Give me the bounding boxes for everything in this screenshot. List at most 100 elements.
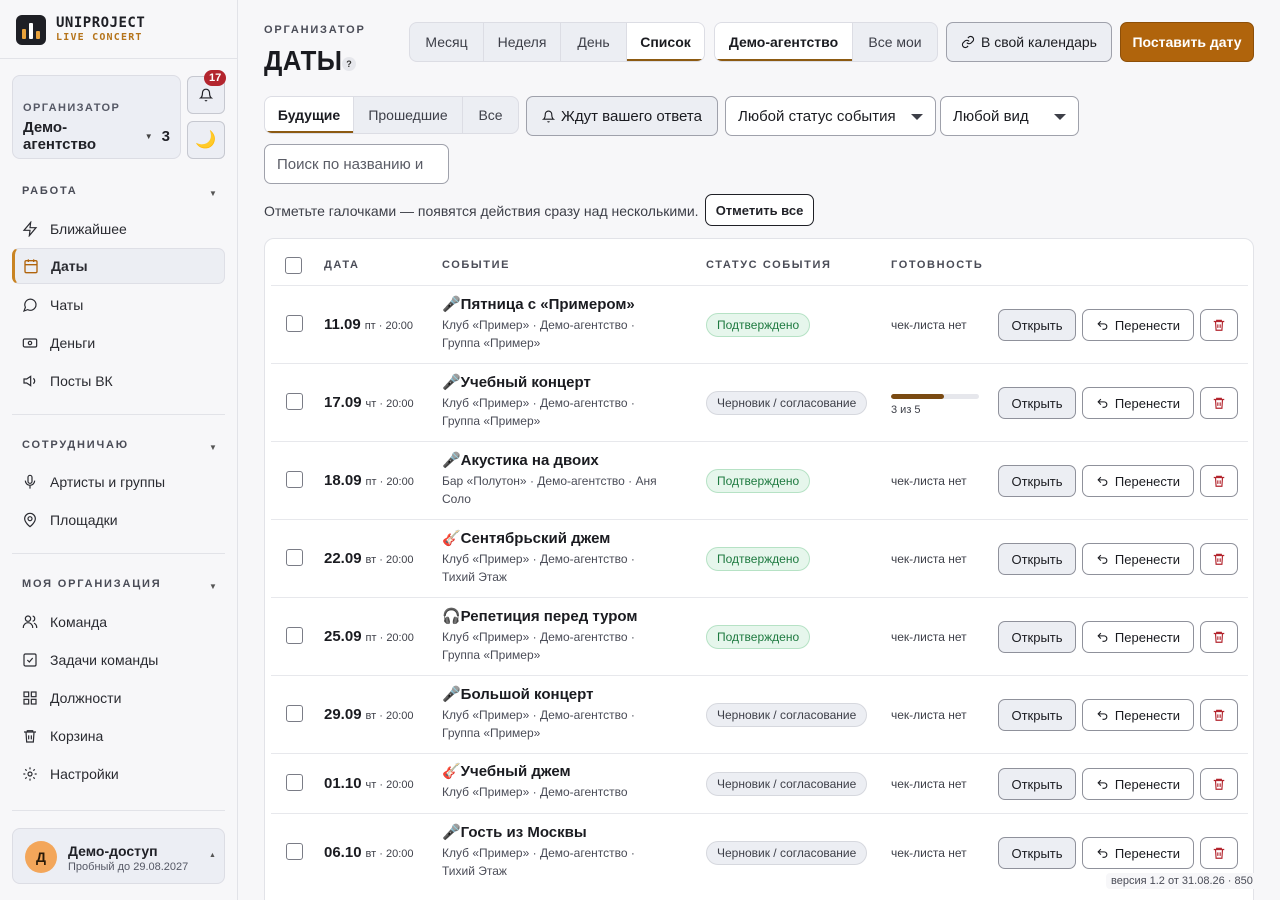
nav-settings[interactable]: Настройки (12, 756, 225, 792)
user-menu[interactable]: Д Демо-доступ Пробный до 29.08.2027 ▲ (12, 828, 225, 884)
nav-chats[interactable]: Чаты (12, 287, 225, 323)
event-title[interactable]: 🎤Большой концерт (442, 685, 593, 703)
event-weekday-time: вт · 20:00 (365, 710, 414, 722)
nav-artists[interactable]: Артисты и группы (12, 464, 225, 500)
help-icon[interactable]: ? (342, 57, 356, 71)
timeframe-future[interactable]: Будущие (265, 97, 354, 133)
event-weekday-time: пт · 20:00 (365, 632, 414, 644)
select-all-checkbox[interactable] (285, 257, 302, 274)
nav-trash[interactable]: Корзина (12, 718, 225, 754)
nav-label: Ближайшее (50, 221, 127, 237)
dropdown-arrow-icon (911, 114, 923, 120)
section-toggle[interactable]: ▼ (209, 582, 217, 591)
reschedule-button[interactable]: Перенести (1082, 768, 1194, 800)
view-month[interactable]: Месяц (410, 23, 484, 61)
reschedule-button[interactable]: Перенести (1082, 543, 1194, 575)
scope-agency[interactable]: Демо-агентство (715, 23, 853, 61)
reschedule-button[interactable]: Перенести (1082, 621, 1194, 653)
nav-team[interactable]: Команда (12, 604, 225, 640)
open-button[interactable]: Открыть (998, 837, 1076, 869)
awaiting-reply-label: Ждут вашего ответа (561, 107, 702, 125)
event-title[interactable]: 🎤Пятница с «Примером» (442, 295, 635, 313)
view-day[interactable]: День (561, 23, 627, 61)
view-switcher: Месяц Неделя День Список (409, 22, 705, 62)
open-button[interactable]: Открыть (998, 621, 1076, 653)
readiness-text: чек-листа нет (891, 777, 967, 791)
nav-roles[interactable]: Должности (12, 680, 225, 716)
delete-button[interactable] (1200, 621, 1238, 653)
timeframe-all[interactable]: Все (463, 97, 518, 133)
open-button[interactable]: Открыть (998, 465, 1076, 497)
nav-nearest[interactable]: Ближайшее (12, 211, 225, 247)
reschedule-label: Перенести (1114, 317, 1181, 333)
reschedule-button[interactable]: Перенести (1082, 309, 1194, 341)
row-checkbox[interactable] (286, 393, 303, 410)
kind-filter[interactable]: Любой вид (940, 96, 1079, 136)
add-date-button[interactable]: Поставить дату (1120, 22, 1254, 62)
nav-money[interactable]: Деньги (12, 325, 225, 361)
view-week[interactable]: Неделя (484, 23, 561, 61)
open-button[interactable]: Открыть (998, 387, 1076, 419)
view-list[interactable]: Список (627, 23, 704, 61)
trash-icon (22, 728, 38, 744)
reschedule-label: Перенести (1114, 776, 1181, 792)
event-title[interactable]: 🎤Гость из Москвы (442, 823, 587, 841)
nav-venues[interactable]: Площадки (12, 502, 225, 538)
event-meta: Клуб «Пример» · Демо-агентство · Группа … (442, 318, 635, 350)
event-title[interactable]: 🎤Учебный концерт (442, 373, 591, 391)
mark-all-button[interactable]: Отметить все (705, 194, 814, 226)
row-checkbox[interactable] (286, 705, 303, 722)
reschedule-button[interactable]: Перенести (1082, 699, 1194, 731)
row-checkbox[interactable] (286, 549, 303, 566)
open-button[interactable]: Открыть (998, 699, 1076, 731)
calendar-icon (23, 258, 39, 274)
event-title[interactable]: 🎤Акустика на двоих (442, 451, 599, 469)
delete-button[interactable] (1200, 768, 1238, 800)
delete-button[interactable] (1200, 543, 1238, 575)
theme-toggle[interactable]: 🌙 (187, 121, 225, 159)
event-weekday-time: чт · 20:00 (365, 779, 414, 791)
event-title[interactable]: 🎧Репетиция перед туром (442, 607, 637, 625)
event-title[interactable]: 🎸Сентябрьский джем (442, 529, 610, 547)
timeframe-past[interactable]: Прошедшие (354, 97, 463, 133)
delete-button[interactable] (1200, 465, 1238, 497)
event-weekday-time: чт · 20:00 (365, 398, 414, 410)
row-checkbox[interactable] (286, 627, 303, 644)
calendar-export-button[interactable]: В свой календарь (946, 22, 1112, 62)
row-checkbox[interactable] (286, 774, 303, 791)
row-checkbox[interactable] (286, 315, 303, 332)
event-meta: Клуб «Пример» · Демо-агентство · Группа … (442, 630, 635, 662)
table-row: 18.09 пт · 20:00 🎤Акустика на двоих Бар «… (271, 441, 1248, 519)
reschedule-button[interactable]: Перенести (1082, 465, 1194, 497)
section-toggle[interactable]: ▼ (209, 189, 217, 198)
search-input[interactable] (264, 144, 449, 184)
reschedule-button[interactable]: Перенести (1082, 837, 1194, 869)
event-title[interactable]: 🎸Учебный джем (442, 762, 571, 780)
nav-label: Настройки (50, 766, 119, 782)
awaiting-reply-button[interactable]: Ждут вашего ответа (526, 96, 718, 136)
delete-button[interactable] (1200, 699, 1238, 731)
reschedule-label: Перенести (1114, 551, 1181, 567)
scope-mine[interactable]: Все мои (853, 23, 937, 61)
open-button[interactable]: Открыть (998, 543, 1076, 575)
event-date-value: 25.09 (324, 628, 362, 645)
nav-dates[interactable]: Даты (12, 248, 225, 284)
delete-button[interactable] (1200, 837, 1238, 869)
section-toggle[interactable]: ▼ (209, 443, 217, 452)
delete-button[interactable] (1200, 387, 1238, 419)
undo-icon (1096, 553, 1109, 566)
trash-icon (1212, 630, 1226, 644)
status-filter[interactable]: Любой статус события (725, 96, 936, 136)
delete-button[interactable] (1200, 309, 1238, 341)
open-button[interactable]: Открыть (998, 309, 1076, 341)
trash-icon (1212, 552, 1226, 566)
brand[interactable]: UNIPROJECT LIVE CONCERT (16, 15, 145, 45)
reschedule-button[interactable]: Перенести (1082, 387, 1194, 419)
nav-tasks[interactable]: Задачи команды (12, 642, 225, 678)
row-checkbox[interactable] (286, 843, 303, 860)
undo-icon (1096, 709, 1109, 722)
nav-vk-posts[interactable]: Посты ВК (12, 363, 225, 399)
open-button[interactable]: Открыть (998, 768, 1076, 800)
org-switcher[interactable]: ОРГАНИЗАТОР Демо-агентство ▼ 3 (12, 75, 181, 159)
row-checkbox[interactable] (286, 471, 303, 488)
